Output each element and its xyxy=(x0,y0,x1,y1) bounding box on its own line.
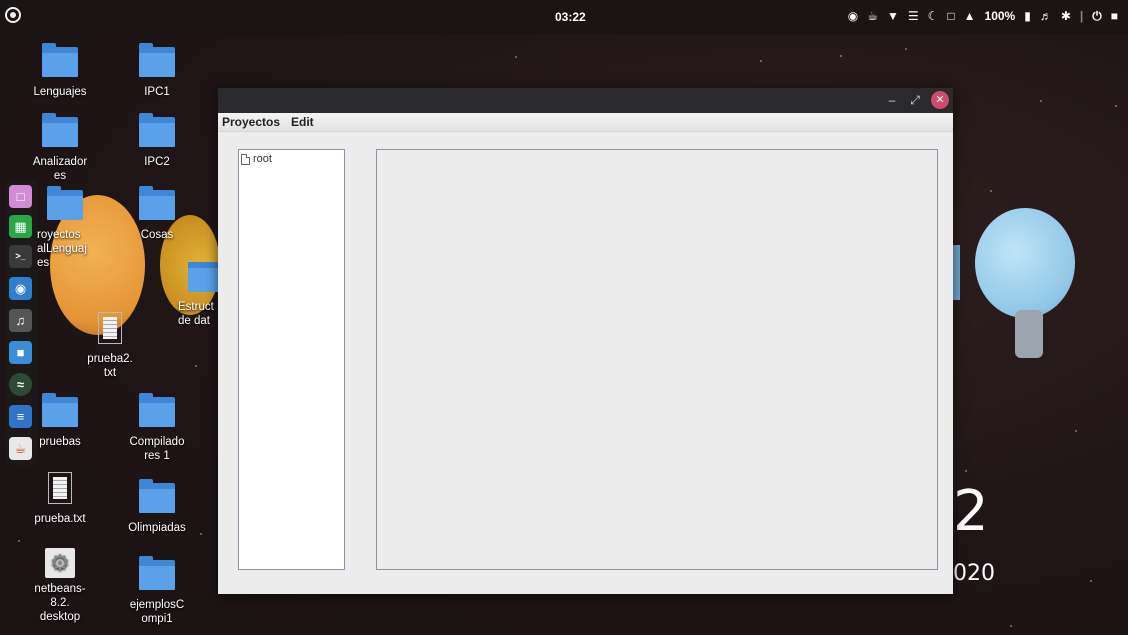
power-icon[interactable]: ⏻ xyxy=(1092,8,1102,24)
maximize-icon[interactable]: ⤢ xyxy=(906,91,924,109)
java-icon[interactable]: ☕ xyxy=(9,437,32,460)
spotify-icon[interactable]: ≈ xyxy=(9,373,32,396)
desktop-folder-proyectos[interactable]: royectos alLenguaj es xyxy=(25,186,105,270)
desktop-folder-olimpiadas[interactable]: Olimpiadas xyxy=(117,479,197,535)
battery-text[interactable]: 100% xyxy=(985,8,1016,24)
file-icon xyxy=(241,153,250,165)
desktop-folder-compiladores[interactable]: Compilado res 1 xyxy=(117,393,197,463)
tree-node-root[interactable]: root xyxy=(241,153,272,165)
desktop-icon-label: IPC2 xyxy=(144,156,170,168)
ice-mascot xyxy=(975,208,1075,318)
desktop-icon-label: Analizador es xyxy=(32,156,88,182)
gear-icon: ⚙ xyxy=(45,548,75,578)
discord-icon[interactable]: ◉ xyxy=(848,8,858,24)
desktop-folder-ipc2[interactable]: IPC2 xyxy=(117,113,197,169)
night-icon[interactable]: ☾ xyxy=(928,8,939,24)
exit-icon[interactable]: ■ xyxy=(1111,8,1118,24)
clock-widget-digit: 2 xyxy=(953,479,989,544)
desktop-folder-ejemplos[interactable]: ejemplosC ompi1 xyxy=(117,556,197,626)
window-titlebar[interactable]: – ⤢ ✕ xyxy=(218,88,953,113)
project-tree[interactable]: root xyxy=(238,149,345,570)
folder-icon xyxy=(188,262,218,292)
volume-icon[interactable]: ♬ xyxy=(1040,8,1052,24)
desktop-icon-label: IPC1 xyxy=(144,86,170,98)
desktop-icon-label: Cosas xyxy=(140,229,174,241)
wifi-icon[interactable]: ▼ xyxy=(887,8,899,24)
menu-edit[interactable]: Edit xyxy=(291,115,314,129)
app-window: – ⤢ ✕ Proyectos Edit root xyxy=(218,88,953,594)
bluetooth-icon[interactable]: ✱ xyxy=(1061,8,1071,24)
files-icon[interactable]: □ xyxy=(9,185,32,208)
desktop-folder-lenguajes[interactable]: Lenguajes xyxy=(20,43,100,99)
desktop-folder-cosas[interactable]: Cosas xyxy=(117,186,197,242)
desktop-icon-label: royectos alLenguaj es xyxy=(37,229,87,269)
text-file-icon xyxy=(48,472,72,504)
terminal-icon[interactable]: >_ xyxy=(9,245,32,268)
activities-icon[interactable] xyxy=(5,7,21,23)
music-icon[interactable]: ♫ xyxy=(9,309,32,332)
notification-icon[interactable]: ▲ xyxy=(964,8,976,24)
folder-icon xyxy=(47,186,83,220)
close-icon[interactable]: ✕ xyxy=(931,91,949,109)
text-file-icon xyxy=(98,312,122,344)
desktop-file-netbeans[interactable]: ⚙ netbeans- 8.2. desktop xyxy=(20,548,100,624)
desktop-icon-label: Estruct de dat xyxy=(178,301,214,327)
folder-icon xyxy=(42,43,78,77)
desktop-file-prueba2[interactable]: prueba2. txt xyxy=(70,312,150,380)
desktop-icon-label: Compilado res 1 xyxy=(129,436,185,462)
box-icon[interactable]: ■ xyxy=(9,341,32,364)
desktop-icon-label: Olimpiadas xyxy=(128,522,186,534)
desktop-icon-label: Lenguajes xyxy=(33,86,87,98)
editor-panel[interactable] xyxy=(376,149,938,570)
ice-mascot-legs xyxy=(1015,310,1043,358)
battery-icon: ▮ xyxy=(1024,9,1031,23)
desktop-file-prueba[interactable]: prueba.txt xyxy=(20,472,100,526)
spreadsheet-icon[interactable]: ▦ xyxy=(9,215,32,238)
desktop-folder-estructuras[interactable]: Estruct de dat xyxy=(168,262,218,328)
divider: | xyxy=(1079,9,1084,23)
menu-icon[interactable]: ☰ xyxy=(908,8,919,24)
folder-icon xyxy=(42,393,78,427)
browser-icon[interactable]: ◉ xyxy=(9,277,32,300)
tree-node-label: root xyxy=(253,153,272,165)
desktop-icon-label: prueba2. txt xyxy=(87,353,133,379)
folder-icon xyxy=(42,113,78,147)
top-bar: 03:22 ◉ ☕ ▼ ☰ ☾ □ ▲ 100% ▮ ♬ ✱ | ⏻ ■ xyxy=(0,0,1128,34)
clock-widget-year: 020 xyxy=(953,561,995,586)
folder-icon xyxy=(139,43,175,77)
top-clock[interactable]: 03:22 xyxy=(555,10,586,24)
desktop-folder-analizadores[interactable]: Analizador es xyxy=(20,113,100,183)
desktop-icon-label: netbeans- 8.2. desktop xyxy=(34,583,86,623)
folder-icon xyxy=(139,479,175,513)
coffee-icon[interactable]: ☕ xyxy=(867,8,878,24)
folder-icon xyxy=(139,556,175,590)
menu-proyectos[interactable]: Proyectos xyxy=(222,115,280,129)
menu-bar: Proyectos Edit xyxy=(218,113,953,132)
desktop-icon-label: prueba.txt xyxy=(34,513,86,525)
minimize-icon[interactable]: – xyxy=(883,91,901,109)
clipboard-icon[interactable]: □ xyxy=(947,8,954,24)
text-editor-icon[interactable]: ≡ xyxy=(9,405,32,428)
desktop-folder-ipc1[interactable]: IPC1 xyxy=(117,43,197,99)
folder-icon xyxy=(139,393,175,427)
system-tray: ◉ ☕ ▼ ☰ ☾ □ ▲ 100% ▮ ♬ ✱ | ⏻ ■ xyxy=(848,8,1118,24)
folder-icon xyxy=(139,113,175,147)
desktop-icon-label: ejemplosC ompi1 xyxy=(129,599,185,625)
dock: □ ▦ >_ ◉ ♫ ■ ≈ ≡ ☕ xyxy=(5,180,37,465)
folder-icon xyxy=(139,186,175,220)
